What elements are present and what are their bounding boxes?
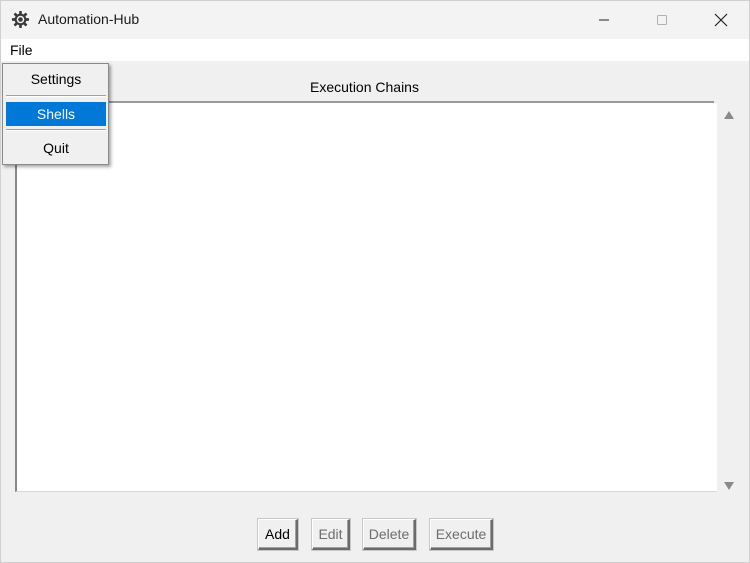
delete-button[interactable]: Delete (363, 519, 416, 550)
window-title: Automation-Hub (38, 11, 140, 27)
execute-button[interactable]: Execute (430, 519, 493, 550)
menu-item-settings[interactable]: Settings (6, 67, 106, 91)
scroll-down-arrow-icon[interactable] (723, 478, 735, 490)
menu-separator (6, 95, 106, 97)
maximize-button[interactable] (639, 1, 685, 39)
maximize-icon (657, 15, 667, 25)
minimize-button[interactable] (581, 1, 627, 39)
execution-chains-list[interactable] (15, 103, 717, 492)
menu-bar: File (1, 39, 749, 61)
close-button[interactable] (698, 1, 744, 39)
menu-file[interactable]: File (6, 41, 37, 60)
execution-chains-header: Execution Chains (310, 79, 419, 95)
add-button[interactable]: Add (258, 519, 298, 550)
vertical-scrollbar[interactable] (718, 101, 740, 493)
app-window: Automation-Hub File Execution Chains Add… (0, 0, 750, 563)
close-icon (714, 13, 728, 27)
title-bar[interactable]: Automation-Hub (1, 1, 749, 39)
menu-item-shells[interactable]: Shells (6, 102, 106, 126)
scroll-up-arrow-icon[interactable] (723, 107, 735, 119)
minimize-icon (599, 19, 609, 21)
menu-item-quit[interactable]: Quit (6, 136, 106, 160)
gear-icon (11, 10, 30, 29)
file-dropdown-menu: Settings Shells Quit (2, 63, 109, 165)
edit-button[interactable]: Edit (312, 519, 350, 550)
menu-separator (6, 129, 106, 131)
